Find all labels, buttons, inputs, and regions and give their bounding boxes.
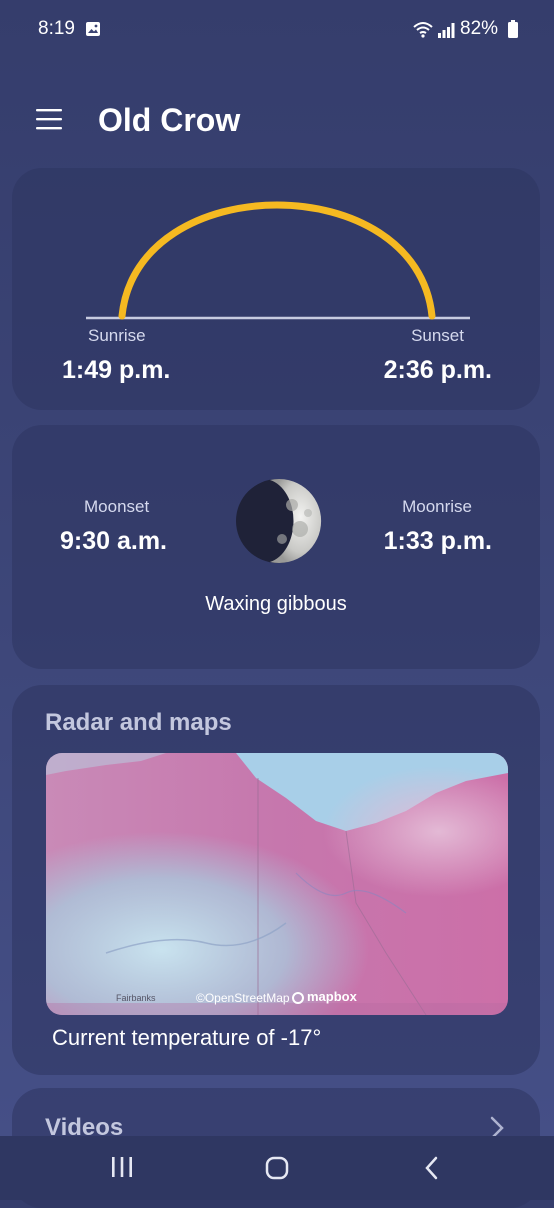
moonrise-label: Moonrise [402,497,472,516]
battery-percentage: 82% [460,18,499,39]
battery-icon [508,20,518,38]
navigation-bar [0,1136,554,1200]
radar-card[interactable]: Radar and maps Fairbanks ©OpenStreetMap … [12,685,540,1075]
home-icon[interactable] [265,1156,289,1180]
sunrise-time: 1:49 p.m. [62,356,171,384]
back-icon[interactable] [424,1156,440,1180]
moonset-time: 9:30 a.m. [60,527,168,555]
map-place-label: Fairbanks [116,993,156,1003]
openstreetmap-attribution[interactable]: ©OpenStreetMap [196,991,290,1005]
gallery-icon [86,22,100,36]
city-title: Old Crow [98,102,241,138]
mapbox-logo: mapbox [292,989,357,1004]
sunset-label: Sunset [411,326,464,345]
status-time: 8:19 [38,18,75,39]
moonrise-time: 1:33 p.m. [383,527,492,555]
menu-icon[interactable] [36,108,62,130]
moon-image [236,479,322,563]
sun-arc [86,201,470,320]
current-temperature-caption: Current temperature of -17° [52,1025,322,1050]
radar-title: Radar and maps [45,709,232,736]
mapbox-label: mapbox [307,989,357,1004]
sunset-time: 2:36 p.m. [383,356,492,384]
moon-phase: Waxing gibbous [205,593,347,615]
header: Old Crow [0,90,554,150]
wifi-icon [413,22,433,38]
recents-icon[interactable] [110,1156,134,1178]
sunrise-label: Sunrise [88,326,146,345]
map-image [46,753,508,1015]
status-bar: 8:19 82% [0,0,554,60]
mapbox-icon [292,992,304,1004]
sun-card: Sunrise 1:49 p.m. Sunset 2:36 p.m. [12,168,540,410]
moonset-label: Moonset [84,497,150,516]
moon-card: Moonset 9:30 a.m. Moonrise 1:33 p.m. Wax… [12,425,540,669]
signal-icon [438,23,455,38]
radar-map[interactable]: Fairbanks ©OpenStreetMap mapbox [46,753,508,1015]
